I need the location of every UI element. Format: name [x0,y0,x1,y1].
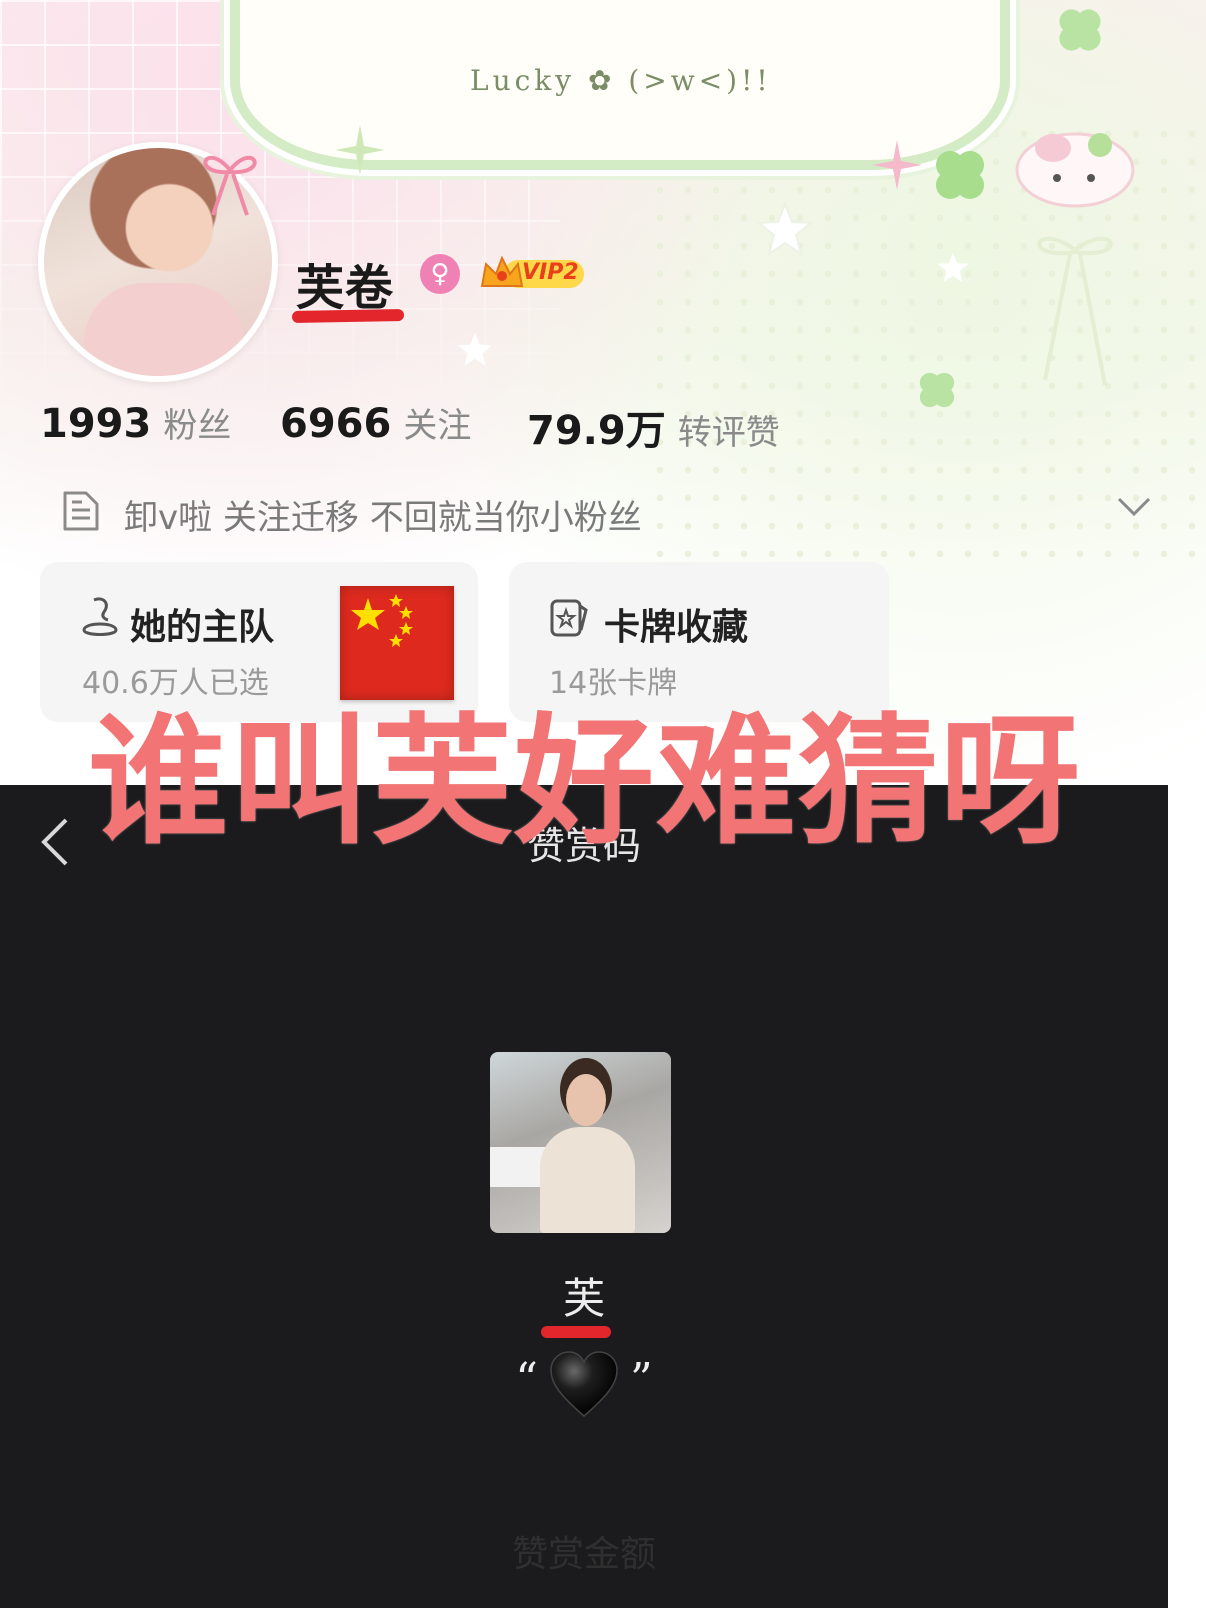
profile-header: Lucky ✿ (>w<)!! 芙卷 ♀ VIP2 1993 粉丝 6966 关… [0,0,1206,805]
reward-name: 芙 [562,1274,605,1323]
name-highlight-underline [291,309,405,323]
team-card-title: 她的主队 [130,607,275,648]
right-edge-strip [1168,785,1206,1608]
stat-label: 粉丝 [163,406,232,446]
ribbon-icon [1037,236,1113,386]
photo-figure [540,1127,635,1233]
female-icon: ♀ [420,254,460,294]
quote-open: “ [515,1354,538,1405]
bio-row[interactable]: 卸v啦 关注迁移 不回就当你小粉丝 [62,488,1152,538]
team-card[interactable]: 她的主队 40.6万人已选 [40,562,478,722]
stat-value: 1993 [40,401,152,447]
bio-text: 卸v啦 关注迁移 不回就当你小粉丝 [124,498,642,538]
stat-interactions[interactable]: 79.9万 转评赞 [527,398,780,456]
banner-lucky-text: Lucky ✿ (>w<)!! [470,64,772,97]
flag-stars-icon [351,594,413,647]
stat-label: 关注 [403,406,472,446]
photo-head [566,1074,606,1126]
reward-footer-label: 赞赏金额 [511,1534,656,1575]
team-card-subtitle: 40.6万人已选 [82,666,269,701]
reward-quote: “ ” [0,1350,1168,1430]
card-collection-card[interactable]: 卡牌收藏 14张卡牌 [509,562,889,722]
collection-card-subtitle: 14张卡牌 [549,666,678,701]
china-flag-image [340,586,454,700]
sparkle-icon [335,125,385,175]
clover-icon [919,372,955,408]
quote-close: ” [630,1354,653,1405]
star-icon [457,332,493,366]
bunny-sticker-icon [1015,132,1135,208]
star-icon [937,252,969,283]
overlay-caption: 谁叫芙好难猜呀 [88,701,1083,864]
stat-following[interactable]: 6966 关注 [280,398,471,447]
reward-avatar-photo [490,1052,671,1233]
reward-code-screen: 赞赏码 芙 “ ” 赞赏金额 [0,785,1168,1608]
card-star-icon [550,599,588,637]
clover-icon [1059,9,1101,51]
profile-username: 芙卷 [296,260,395,316]
vip-label: VIP2 [522,260,579,285]
trophy-icon [82,597,118,636]
document-icon [63,491,99,531]
stat-value: 79.9万 [527,408,666,454]
clover-icon [936,151,984,199]
stat-followers[interactable]: 1993 粉丝 [40,398,231,447]
bow-icon [203,155,257,216]
star-icon [756,201,814,257]
stat-label: 转评赞 [677,413,780,453]
chevron-down-icon[interactable] [1116,496,1152,518]
avatar-figure [84,283,244,376]
black-heart-icon [550,1351,618,1417]
collection-card-title: 卡牌收藏 [604,607,749,648]
stat-value: 6966 [280,401,392,447]
sparkle-icon [872,140,922,190]
reward-name-underline [541,1326,611,1338]
vip-badge[interactable]: VIP2 [478,254,586,294]
